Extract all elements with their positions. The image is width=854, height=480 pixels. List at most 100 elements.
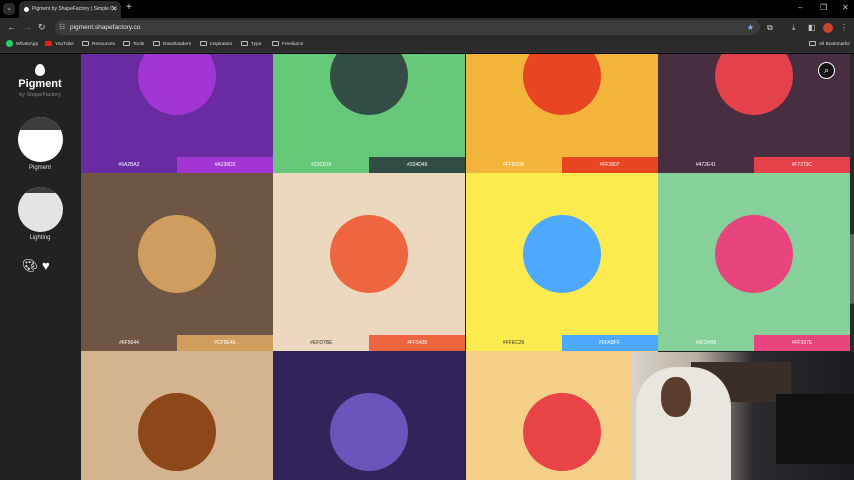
lighting-label: Lighting bbox=[29, 235, 51, 241]
swatch-background bbox=[273, 351, 466, 480]
favicon-icon bbox=[24, 7, 29, 12]
youtube-icon bbox=[45, 41, 52, 47]
url-text: pigment.shapefactory.co bbox=[70, 24, 141, 31]
color-pair-tile[interactable]: #FFEC26 #0FABFF bbox=[465, 173, 658, 351]
minimize-button[interactable]: – bbox=[798, 3, 802, 12]
swatch-background bbox=[465, 54, 658, 157]
all-bookmarks[interactable]: All Bookmarks bbox=[809, 40, 850, 49]
bookmark-freelance[interactable]: Freelance bbox=[272, 40, 303, 49]
circle-hex-label[interactable]: #324D46 bbox=[369, 157, 466, 173]
bookmark-inspiration[interactable]: Inspiration bbox=[200, 40, 232, 49]
background-hex-label[interactable]: #23C076 bbox=[273, 157, 370, 173]
pigment-page: #6A2BA2 #A136D2 #23C076 #324D46 #FFB00B #FF28… bbox=[0, 54, 854, 480]
new-tab-button[interactable]: + bbox=[126, 2, 132, 13]
address-bar[interactable]: ☷ pigment.shapefactory.co ★ bbox=[55, 20, 760, 35]
close-tab-icon[interactable]: ✕ bbox=[111, 1, 117, 18]
folder-icon bbox=[200, 41, 207, 47]
webcam-overlay bbox=[631, 352, 854, 480]
color-pair-tile[interactable]: #6A2BA2 #A136D2 bbox=[81, 54, 273, 173]
circle-hex-label[interactable]: #FF397E bbox=[753, 335, 850, 351]
swatch-background bbox=[81, 173, 273, 335]
folder-icon bbox=[82, 41, 89, 47]
site-info-icon[interactable]: ☷ bbox=[59, 20, 65, 35]
droplet-logo-icon bbox=[35, 64, 45, 76]
color-pair-tile[interactable]: #EFD7BE #FF5435 bbox=[273, 173, 466, 351]
swatch-circle bbox=[522, 54, 601, 115]
tab-search-button[interactable]: ⌄ bbox=[3, 3, 15, 15]
swatch-background bbox=[81, 351, 273, 480]
profile-avatar[interactable] bbox=[823, 23, 833, 33]
background-hex-label[interactable]: #472E41 bbox=[657, 157, 754, 173]
sidebar: Pigment by ShapeFactory Pigment Lighting… bbox=[0, 54, 80, 480]
bookmark-whatsapp[interactable]: WhatsApp bbox=[6, 40, 38, 49]
bookmark-typo[interactable]: Typo bbox=[241, 40, 261, 49]
menu-icon[interactable]: ⋮ bbox=[840, 23, 848, 32]
forward-button[interactable]: → bbox=[23, 22, 32, 32]
byline: by ShapeFactory bbox=[19, 92, 61, 98]
side-panel-icon[interactable]: ◧ bbox=[808, 23, 816, 32]
circle-hex-label[interactable]: #A136D2 bbox=[177, 157, 273, 173]
swatch-circle bbox=[522, 393, 601, 471]
swatch-circle bbox=[138, 215, 216, 293]
pigment-label: Pigment bbox=[28, 165, 51, 171]
color-pair-tile[interactable]: #6F5644 #CF9E4E bbox=[81, 173, 273, 351]
bookmark-youtube[interactable]: YouTube bbox=[45, 40, 74, 49]
circle-hex-label[interactable]: #FF5435 bbox=[369, 335, 466, 351]
background-hex-label[interactable]: #6FD499 bbox=[657, 335, 754, 351]
circle-hex-label[interactable]: #FF2807 bbox=[561, 157, 658, 173]
color-pair-tile[interactable] bbox=[273, 351, 466, 480]
reload-button[interactable]: ↻ bbox=[38, 22, 46, 33]
heart-icon[interactable]: ♥ bbox=[42, 258, 50, 273]
search-button[interactable]: ⌕ bbox=[818, 62, 835, 79]
palette-icon[interactable]: 🎨︎ bbox=[22, 258, 39, 274]
bookmark-star-icon[interactable]: ★ bbox=[747, 20, 754, 35]
color-pair-tile[interactable]: #6FD499 #FF397E bbox=[657, 173, 850, 351]
swatch-circle bbox=[330, 54, 409, 115]
circle-hex-label[interactable]: #0FABFF bbox=[561, 335, 658, 351]
tab-title: Pigment by ShapeFactory | Simple Co bbox=[32, 6, 117, 12]
tab-strip: ⌄ Pigment by ShapeFactory | Simple Co ✕ … bbox=[0, 0, 854, 18]
bookmark-downloaders[interactable]: Downloaders bbox=[153, 40, 191, 49]
extensions-icon[interactable]: ⧉ bbox=[767, 23, 773, 33]
folder-icon bbox=[123, 41, 130, 47]
download-icon[interactable]: ⤓ bbox=[792, 23, 796, 33]
app-logo: Pigment bbox=[18, 78, 62, 90]
background-hex-label[interactable]: #FFB00B bbox=[465, 157, 562, 173]
background-hex-label[interactable]: #EFD7BE bbox=[273, 335, 370, 351]
close-window-button[interactable]: ✕ bbox=[842, 3, 849, 12]
background-hex-label[interactable]: #6F5644 bbox=[81, 335, 177, 351]
color-pair-tile[interactable]: #FFB00B #FF2807 bbox=[465, 54, 658, 173]
whatsapp-icon bbox=[6, 40, 13, 48]
color-pair-tile[interactable] bbox=[81, 351, 273, 480]
swatch-circle bbox=[330, 215, 409, 293]
back-button[interactable]: ← bbox=[7, 22, 16, 32]
folder-icon bbox=[809, 41, 816, 47]
swatch-circle bbox=[138, 54, 216, 115]
maximize-button[interactable]: ❐ bbox=[820, 3, 827, 12]
color-pair-tile[interactable]: #23C076 #324D46 bbox=[273, 54, 466, 173]
swatch-background bbox=[273, 173, 466, 335]
bookmark-resources[interactable]: Resources bbox=[82, 40, 115, 49]
circle-hex-label[interactable]: #CF9E4E bbox=[177, 335, 273, 351]
swatch-circle bbox=[522, 215, 601, 293]
background-hex-label[interactable]: #6A2BA2 bbox=[81, 157, 177, 173]
swatch-background bbox=[465, 173, 658, 335]
bookmark-tools[interactable]: Tools bbox=[123, 40, 144, 49]
pigment-knob[interactable] bbox=[18, 117, 63, 162]
swatch-circle bbox=[714, 215, 793, 293]
swatch-circle bbox=[714, 54, 793, 115]
browser-tab[interactable]: Pigment by ShapeFactory | Simple Co ✕ bbox=[19, 1, 121, 18]
lighting-knob[interactable] bbox=[18, 187, 63, 232]
color-pair-tile[interactable] bbox=[465, 351, 658, 480]
swatch-background bbox=[657, 173, 850, 335]
folder-icon bbox=[272, 41, 279, 47]
swatch-background bbox=[273, 54, 466, 157]
circle-hex-label[interactable]: #F7273C bbox=[753, 157, 850, 173]
swatch-circle bbox=[138, 393, 216, 471]
folder-icon bbox=[241, 41, 248, 47]
swatch-background bbox=[81, 54, 273, 157]
swatch-circle bbox=[330, 393, 409, 471]
browser-toolbar: ← → ↻ ☷ pigment.shapefactory.co ★ ⧉ ⤓ ◧ … bbox=[0, 18, 854, 37]
background-hex-label[interactable]: #FFEC26 bbox=[465, 335, 562, 351]
scrollbar-thumb[interactable] bbox=[850, 234, 854, 304]
